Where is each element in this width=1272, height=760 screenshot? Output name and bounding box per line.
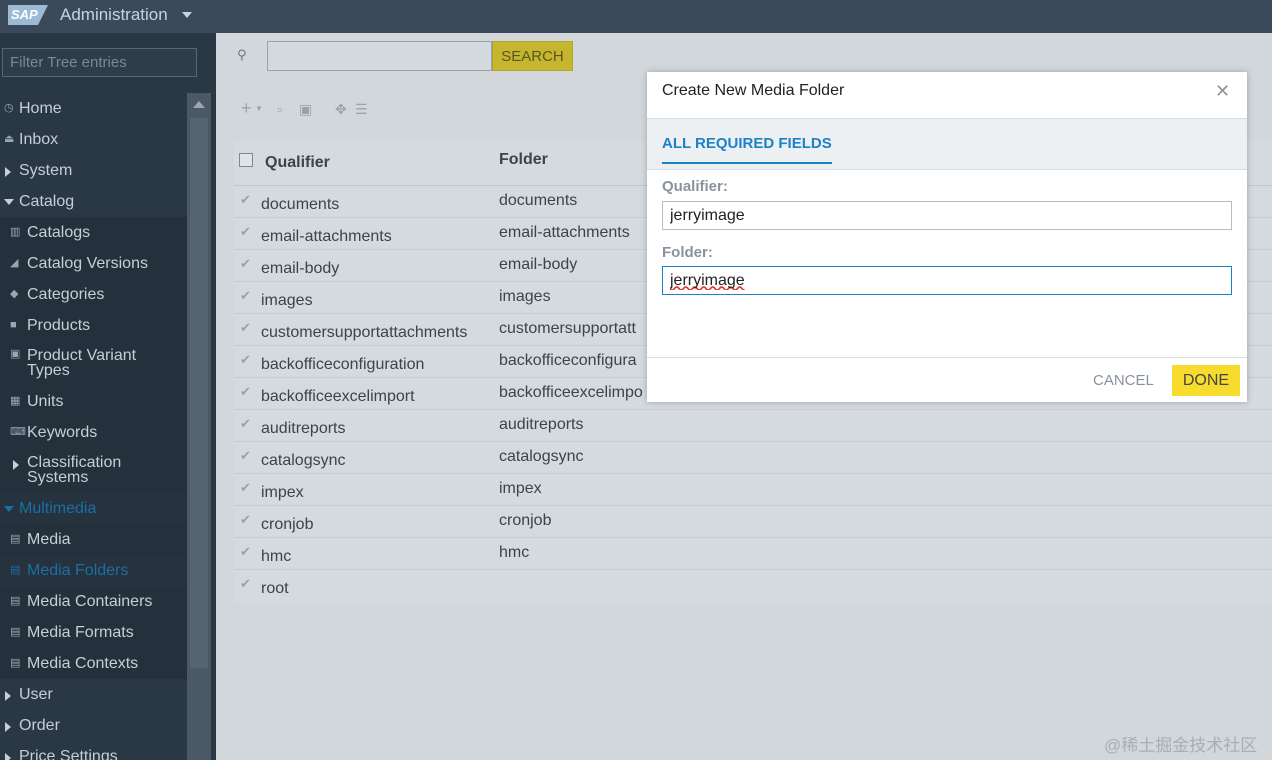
sidebar-item-catalog[interactable]: Catalog xyxy=(0,186,187,217)
list-icon[interactable]: ☰ xyxy=(355,101,368,118)
keyboard-icon: ⌨ xyxy=(10,426,26,438)
top-bar: SAP Administration xyxy=(0,0,1272,33)
cancel-button[interactable]: CANCEL xyxy=(1093,372,1154,389)
app-title[interactable]: Administration xyxy=(60,5,168,25)
sidebar-item-units[interactable]: ▦ Units xyxy=(0,386,187,417)
check-icon[interactable]: ✔ xyxy=(240,576,251,592)
compare-icon[interactable]: ✥ xyxy=(335,101,347,118)
sap-logo: SAP xyxy=(8,5,48,25)
caret-right-icon[interactable] xyxy=(5,722,11,732)
dialog-footer: CANCEL DONE xyxy=(647,357,1247,402)
check-icon[interactable]: ✔ xyxy=(240,192,251,208)
caret-right-icon[interactable] xyxy=(5,167,11,177)
container-icon: ▤ xyxy=(10,595,21,607)
table-row[interactable]: ✔ auditreports auditreports xyxy=(234,410,1272,442)
table-row[interactable]: ✔ impex impex xyxy=(234,474,1272,506)
versions-icon: ◢ xyxy=(10,257,19,269)
sidebar-item-price-settings[interactable]: Price Settings xyxy=(0,741,187,760)
units-icon: ▦ xyxy=(10,395,21,407)
sidebar-item-inbox[interactable]: ⏏ Inbox xyxy=(0,124,187,155)
table-row[interactable]: ✔ root xyxy=(234,570,1272,602)
tray-icon: ⏏ xyxy=(4,133,15,145)
scroll-thumb[interactable] xyxy=(190,118,208,668)
sidebar-item-media-folders[interactable]: ▤ Media Folders xyxy=(0,555,187,586)
sidebar-item-user[interactable]: User xyxy=(0,679,187,710)
sidebar-item-system[interactable]: System xyxy=(0,155,187,186)
sidebar-item-catalogs[interactable]: ▥ Catalogs xyxy=(0,217,187,248)
dialog-title: Create New Media Folder xyxy=(662,82,845,99)
table-row[interactable]: ✔ cronjob cronjob xyxy=(234,506,1272,538)
caret-right-icon[interactable] xyxy=(5,753,11,760)
sidebar-item-media[interactable]: ▤ Media xyxy=(0,524,187,555)
add-dropdown-icon[interactable]: ▼ xyxy=(255,104,263,113)
qualifier-field[interactable] xyxy=(662,201,1232,230)
folder-field[interactable] xyxy=(662,266,1232,295)
check-icon[interactable]: ✔ xyxy=(240,512,251,528)
check-icon[interactable]: ✔ xyxy=(240,224,251,240)
sidebar-item-keywords[interactable]: ⌨ Keywords xyxy=(0,417,187,448)
tag-icon: ◆ xyxy=(10,288,19,300)
table-row[interactable]: ✔ catalogsync catalogsync xyxy=(234,442,1272,474)
search-settings-icon[interactable]: ⚲ xyxy=(237,47,247,63)
delete-icon[interactable]: ▫ xyxy=(277,101,282,117)
sidebar-item-media-formats[interactable]: ▤ Media Formats xyxy=(0,617,187,648)
caret-right-icon[interactable] xyxy=(13,460,19,470)
check-icon[interactable]: ✔ xyxy=(240,288,251,304)
check-icon[interactable]: ✔ xyxy=(240,384,251,400)
scroll-up-arrow-icon[interactable] xyxy=(193,101,205,108)
watermark: @稀土掘金技术社区 xyxy=(1104,736,1258,755)
sidebar-scrollbar[interactable] xyxy=(187,93,211,760)
select-all-checkbox[interactable] xyxy=(239,153,253,167)
sidebar-item-order[interactable]: Order xyxy=(0,710,187,741)
filter-tree-input[interactable] xyxy=(2,48,197,77)
sidebar-item-categories[interactable]: ◆ Categories xyxy=(0,279,187,310)
sidebar-item-media-contexts[interactable]: ▤ Media Contexts xyxy=(0,648,187,679)
check-icon[interactable]: ✔ xyxy=(240,352,251,368)
check-icon[interactable]: ✔ xyxy=(240,416,251,432)
add-icon[interactable]: + xyxy=(241,98,252,119)
check-icon[interactable]: ✔ xyxy=(240,448,251,464)
caret-down-icon[interactable] xyxy=(4,506,14,512)
clock-icon: ◷ xyxy=(4,102,14,114)
search-input[interactable] xyxy=(267,41,492,71)
sidebar-item-multimedia[interactable]: Multimedia xyxy=(0,493,187,524)
check-icon[interactable]: ✔ xyxy=(240,544,251,560)
sidebar-item-catalog-versions[interactable]: ◢ Catalog Versions xyxy=(0,248,187,279)
dialog-tab-bar: ALL REQUIRED FIELDS xyxy=(647,118,1247,170)
sidebar-item-media-containers[interactable]: ▤ Media Containers xyxy=(0,586,187,617)
column-header-qualifier[interactable]: Qualifier xyxy=(265,154,330,172)
variant-icon: ▣ xyxy=(10,348,21,360)
sidebar-item-product-variant-types[interactable]: ▣ Product Variant Types xyxy=(0,341,187,386)
context-icon: ▤ xyxy=(10,657,21,669)
format-icon: ▤ xyxy=(10,626,21,638)
check-icon[interactable]: ✔ xyxy=(240,256,251,272)
caret-down-icon[interactable] xyxy=(182,12,192,18)
cube-icon: ■ xyxy=(10,319,17,331)
check-icon[interactable]: ✔ xyxy=(240,480,251,496)
column-header-folder[interactable]: Folder xyxy=(499,151,548,169)
sidebar: ◷Home ⏏Inbox System Catalog ▥Catalogs ◢C… xyxy=(0,33,216,760)
qualifier-label: Qualifier: xyxy=(662,178,728,195)
export-icon[interactable]: ▣ xyxy=(299,101,312,118)
catalog-icon: ▥ xyxy=(10,226,21,238)
navigation-tree: ◷ Home ⏏ Inbox System Catalog ▥ Catalogs ◢ C… xyxy=(0,93,187,760)
table-row[interactable]: ✔ hmc hmc xyxy=(234,538,1272,570)
folder-icon: ▤ xyxy=(10,564,21,576)
folder-label: Folder: xyxy=(662,244,713,261)
caret-down-icon[interactable] xyxy=(4,199,14,205)
check-icon[interactable]: ✔ xyxy=(240,320,251,336)
tab-all-required-fields[interactable]: ALL REQUIRED FIELDS xyxy=(662,135,832,164)
sidebar-item-products[interactable]: ■ Products xyxy=(0,310,187,341)
done-button[interactable]: DONE xyxy=(1172,365,1240,396)
close-icon[interactable]: ✕ xyxy=(1215,81,1230,102)
create-media-folder-dialog: Create New Media Folder ✕ ALL REQUIRED F… xyxy=(647,72,1247,402)
media-icon: ▤ xyxy=(10,533,21,545)
sidebar-item-home[interactable]: ◷ Home xyxy=(0,93,187,124)
sidebar-item-classification-systems[interactable]: Classification Systems xyxy=(0,448,187,493)
search-button[interactable]: SEARCH xyxy=(492,41,573,71)
caret-right-icon[interactable] xyxy=(5,691,11,701)
